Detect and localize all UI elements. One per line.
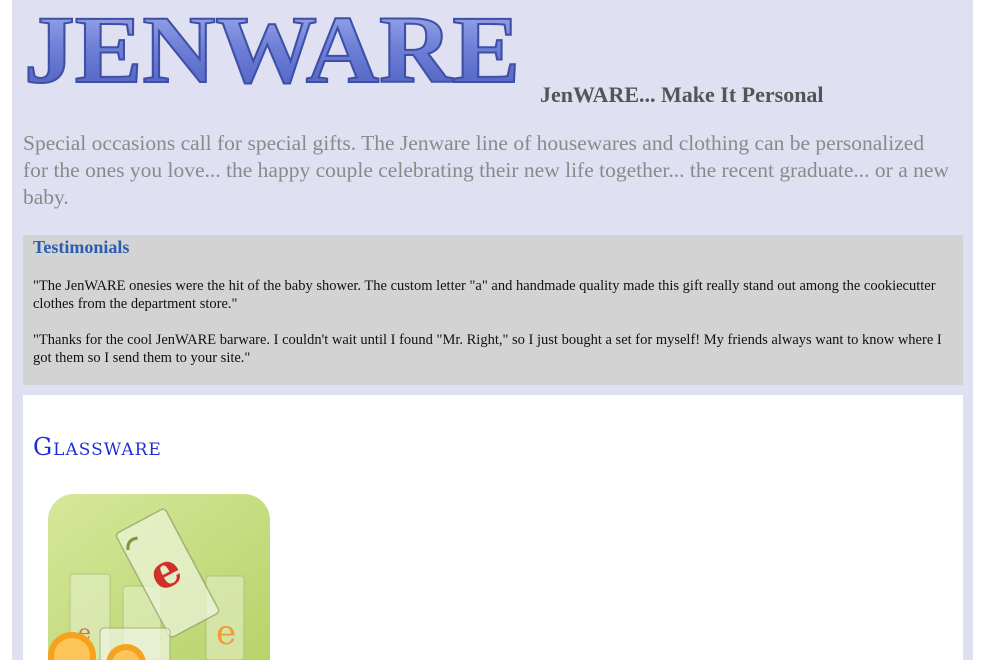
testimonials-heading: Testimonials	[33, 237, 130, 257]
testimonial-quote: "The JenWARE onesies were the hit of the…	[33, 278, 936, 312]
testimonial-quote: "Thanks for the cool JenWARE barware. I …	[33, 332, 942, 366]
testimonials-section: Testimonials "The JenWARE onesies were t…	[23, 235, 963, 385]
page-container: JENWARE JenWARE... Make It Personal Spec…	[12, 0, 973, 660]
glassware-section: Glassware e e e	[23, 395, 963, 660]
glassware-heading: Glassware	[33, 433, 162, 461]
header: JENWARE JenWARE... Make It Personal	[24, 4, 964, 107]
svg-text:e: e	[216, 613, 236, 653]
site-tagline: JenWARE... Make It Personal	[540, 82, 824, 107]
jenware-logo[interactable]: JENWARE	[24, 4, 524, 90]
logo-text: JENWARE	[24, 4, 520, 90]
glassware-photo[interactable]: e e e	[48, 494, 270, 660]
intro-text: Special occasions call for special gifts…	[23, 131, 949, 209]
